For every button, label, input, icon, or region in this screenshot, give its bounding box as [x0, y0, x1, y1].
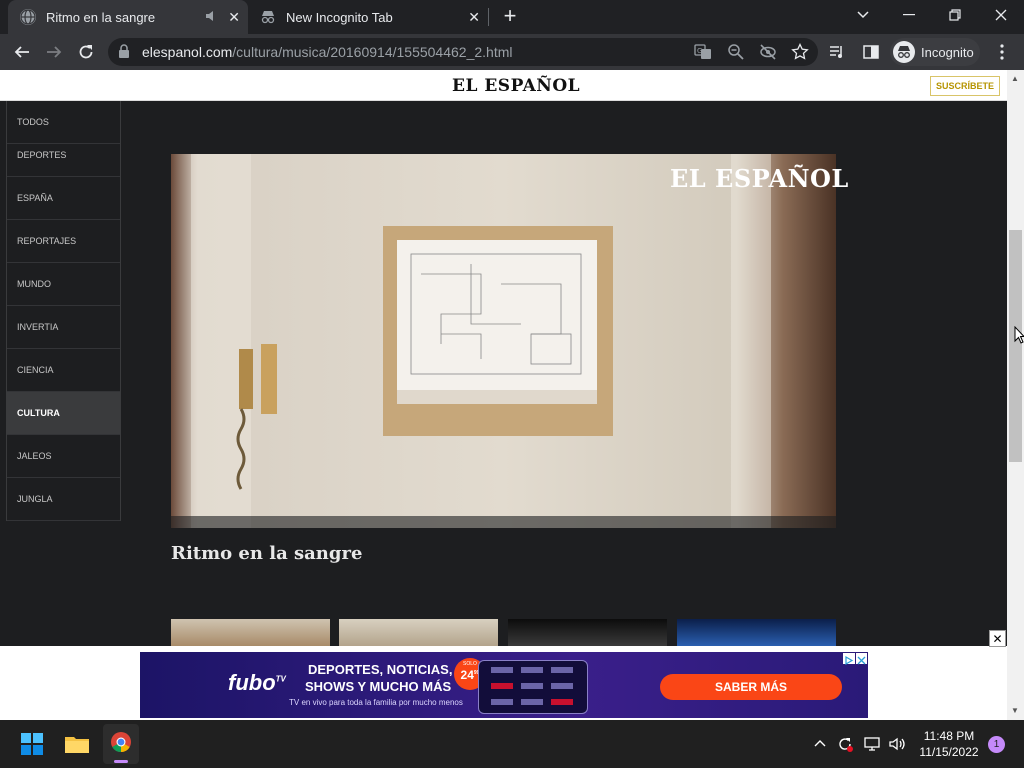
reload-icon[interactable] — [70, 34, 102, 70]
close-tab-icon[interactable]: ✕ — [228, 9, 240, 26]
tab-title: New Incognito Tab — [286, 9, 393, 25]
ad-headline-2: SHOWS Y MUCHO MÁS — [305, 679, 452, 694]
globe-icon — [20, 9, 36, 25]
ad-subline: TV en vivo para toda la familia por much… — [289, 698, 463, 707]
menu-item-ciencia[interactable]: CIENCIA — [7, 349, 120, 392]
url-path: /cultura/musica/20160914/155504462_2.htm… — [232, 44, 513, 60]
ad-headline-1: DEPORTES, NOTICIAS, — [308, 662, 453, 677]
menu-item-jungla[interactable]: JUNGLA — [7, 478, 120, 521]
tracking-blocked-icon[interactable] — [759, 43, 777, 61]
video-player[interactable] — [171, 154, 836, 528]
notification-badge[interactable]: 1 — [988, 736, 1005, 753]
translate-icon[interactable]: G — [694, 43, 712, 61]
video-watermark-logo: EL ESPAÑOL — [670, 164, 849, 193]
incognito-icon — [260, 9, 276, 25]
ad-cta-button[interactable]: SABER MÁS — [660, 674, 842, 700]
video-frame-image — [171, 154, 836, 528]
chrome-icon — [110, 731, 132, 753]
tab-search-icon[interactable] — [840, 0, 886, 30]
menu-item-espana[interactable]: ESPAÑA — [7, 177, 120, 220]
url-text[interactable]: elespanol.com/cultura/musica/20160914/15… — [142, 44, 512, 60]
lock-icon[interactable] — [118, 44, 132, 60]
ad-brand-name: fubo — [228, 670, 276, 695]
adchoices-icon[interactable] — [843, 653, 855, 666]
media-control-icon[interactable] — [828, 43, 846, 61]
taskbar-chrome-button[interactable] — [103, 724, 139, 764]
close-tab-icon[interactable]: ✕ — [468, 9, 480, 26]
close-window-icon[interactable] — [978, 0, 1024, 30]
related-video-thumb[interactable] — [339, 619, 498, 646]
ad-badge-price: 24 — [460, 668, 474, 682]
ad-close-icon[interactable] — [856, 653, 867, 665]
menu-item-deportes[interactable]: DEPORTES — [7, 134, 120, 177]
network-icon[interactable] — [863, 735, 881, 753]
profile-label: Incognito — [921, 44, 974, 60]
tab-divider — [488, 8, 489, 26]
clock[interactable]: 11:48 PM 11/15/2022 — [918, 729, 980, 759]
tab-ritmo[interactable]: Ritmo en la sangre ✕ — [8, 0, 248, 34]
related-video-thumb[interactable] — [171, 619, 330, 646]
site-logo[interactable]: EL ESPAÑOL — [452, 76, 580, 96]
volume-icon[interactable] — [888, 735, 906, 753]
scroll-up-arrow-icon[interactable]: ▲ — [1010, 74, 1020, 84]
menu-item-mundo[interactable]: MUNDO — [7, 263, 120, 306]
ad-channel-logos — [478, 660, 588, 714]
forward-icon[interactable] — [38, 34, 70, 70]
clock-time: 11:48 PM — [923, 729, 975, 743]
restore-icon[interactable] — [932, 0, 978, 30]
show-hidden-icons-chevron[interactable] — [813, 736, 827, 750]
incognito-profile-button[interactable]: Incognito — [890, 38, 980, 66]
svg-text:G: G — [697, 47, 702, 55]
windows-start-icon[interactable] — [20, 732, 44, 756]
back-icon[interactable] — [6, 34, 38, 70]
menu-item-invertia[interactable]: INVERTIA — [7, 306, 120, 349]
related-video-thumb[interactable] — [508, 619, 667, 646]
tab-title: Ritmo en la sangre — [46, 9, 156, 25]
menu-item-reportajes[interactable]: REPORTAJES — [7, 220, 120, 263]
menu-item-cultura[interactable]: CULTURA — [7, 392, 120, 435]
incognito-icon — [893, 41, 915, 63]
new-tab-icon[interactable]: + — [498, 3, 522, 28]
menu-item-jaleos[interactable]: JALEOS — [7, 435, 120, 478]
bookmark-star-icon[interactable] — [791, 42, 809, 61]
mouse-cursor-icon — [1014, 325, 1024, 344]
zoom-out-icon[interactable] — [727, 43, 745, 61]
file-explorer-icon[interactable] — [64, 731, 90, 757]
subscribe-button[interactable]: SUSCRÍBETE — [930, 76, 1000, 96]
tab-new-incognito[interactable]: New Incognito Tab ✕ — [252, 0, 488, 34]
ad-banner[interactable]: fuboTV DEPORTES, NOTICIAS, SHOWS Y MUCHO… — [140, 652, 868, 718]
kebab-menu-icon[interactable] — [994, 43, 1010, 61]
scroll-down-arrow-icon[interactable]: ▼ — [1010, 706, 1020, 716]
scrollbar-thumb[interactable] — [1009, 230, 1022, 462]
related-video-thumb[interactable] — [677, 619, 836, 646]
side-panel-icon[interactable] — [862, 43, 880, 61]
mute-tab-icon[interactable] — [204, 9, 218, 26]
ad-brand: fuboTV — [228, 670, 286, 696]
ad-brand-tv: TV — [275, 674, 286, 684]
video-title[interactable]: Ritmo en la sangre — [171, 543, 362, 564]
url-domain: elespanol.com — [142, 44, 233, 60]
clock-date: 11/15/2022 — [919, 745, 979, 759]
sync-status-icon[interactable] — [836, 735, 854, 753]
ad-zone-close-button[interactable]: ✕ — [989, 630, 1006, 647]
minimize-icon[interactable] — [886, 0, 932, 30]
section-menu: TODOS DEPORTES ESPAÑA REPORTAJES MUNDO I… — [6, 101, 121, 521]
